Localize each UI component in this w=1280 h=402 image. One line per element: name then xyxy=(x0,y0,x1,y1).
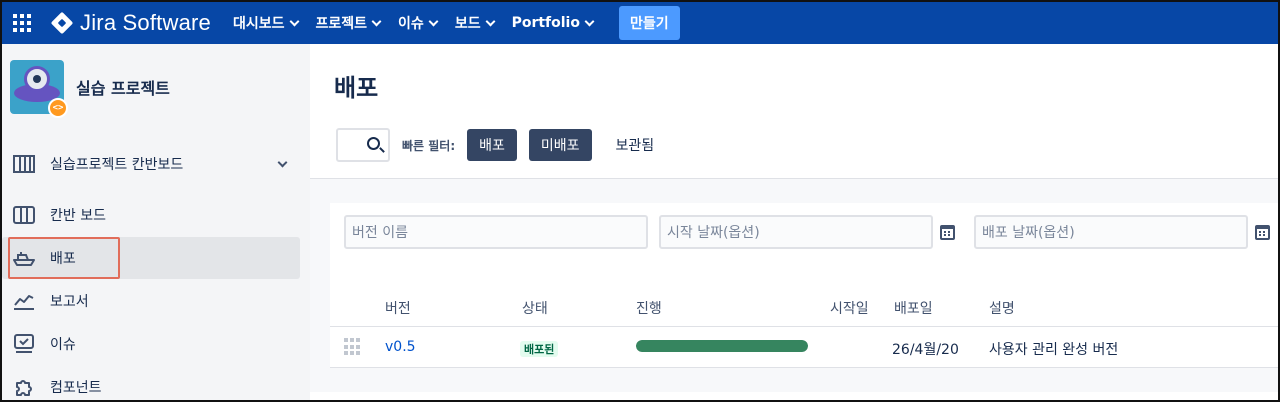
sidebar-item-project-board[interactable]: 실습프로젝트 칸반보드 xyxy=(2,143,300,185)
ship-icon xyxy=(12,246,36,270)
calendar-icon[interactable] xyxy=(1255,225,1270,240)
progress-bar-fill xyxy=(636,340,808,352)
sidebar-item-releases[interactable]: 배포 xyxy=(2,237,300,279)
app-switcher-icon[interactable] xyxy=(12,13,32,33)
column-header-progress[interactable]: 진행 xyxy=(636,298,662,318)
ufo-eye xyxy=(33,75,41,83)
sidebar-item-label: 이슈 xyxy=(50,337,76,353)
nav-projects-label: 프로젝트 xyxy=(315,16,368,32)
chevron-down-icon xyxy=(428,16,439,26)
sidebar-item-kanban-board[interactable]: 칸반 보드 xyxy=(2,194,300,236)
main-content: 배포 빠른 필터: 배포 미배포 보관됨 버전 이름 시작 날짜(옵션) 배포 … xyxy=(310,44,1278,400)
filter-search-input[interactable] xyxy=(336,128,390,162)
sidebar-item-label: 실습프로젝트 칸반보드 xyxy=(50,157,184,173)
column-header-release-date[interactable]: 배포일 xyxy=(894,298,933,318)
nav-projects[interactable]: 프로젝트 xyxy=(315,13,382,33)
code-badge-icon: <> xyxy=(48,98,68,118)
nav-portfolio-label: Portfolio xyxy=(511,15,580,31)
drag-handle-icon[interactable] xyxy=(344,338,362,356)
start-date-input[interactable]: 시작 날짜(옵션) xyxy=(659,215,933,249)
chevron-down-icon xyxy=(289,16,299,26)
sidebar-item-label: 배포 xyxy=(50,251,76,267)
nav-portfolio[interactable]: Portfolio xyxy=(511,15,595,31)
table-row[interactable]: v0.5 배포된 26/4월/20 사용자 관리 완성 버전 xyxy=(330,326,1278,368)
nav-boards[interactable]: 보드 xyxy=(454,13,496,33)
calendar-icon[interactable] xyxy=(940,225,955,240)
filter-released-button[interactable]: 배포 xyxy=(467,129,517,161)
filter-row: 빠른 필터: 배포 미배포 보관됨 xyxy=(336,128,666,162)
column-header-status[interactable]: 상태 xyxy=(522,298,548,318)
description-value: 사용자 관리 완성 버전 xyxy=(989,342,1119,358)
chevron-down-icon[interactable] xyxy=(277,157,288,168)
puzzle-icon xyxy=(12,375,36,399)
product-name: Jira Software xyxy=(80,10,211,35)
issues-icon xyxy=(12,332,36,356)
quick-filter-label: 빠른 필터: xyxy=(402,138,456,153)
progress-bar[interactable] xyxy=(636,340,808,352)
search-icon xyxy=(367,137,380,150)
nav-issues-label: 이슈 xyxy=(398,16,424,32)
project-header[interactable]: <> 실습 프로젝트 xyxy=(10,60,170,118)
create-button[interactable]: 만들기 xyxy=(618,6,680,40)
nav-boards-label: 보드 xyxy=(454,16,481,32)
release-date-value: 26/4월/20 xyxy=(892,342,959,358)
chart-line-icon xyxy=(12,289,36,313)
page-title: 배포 xyxy=(334,74,379,102)
kanban-board-icon xyxy=(12,203,36,227)
version-name-input[interactable]: 버전 이름 xyxy=(344,215,648,249)
release-date-input[interactable]: 배포 날짜(옵션) xyxy=(974,215,1248,249)
chevron-down-icon xyxy=(584,16,595,26)
column-header-version[interactable]: 버전 xyxy=(385,298,411,318)
jira-logo[interactable]: Jira Software xyxy=(50,10,211,36)
sidebar-item-label: 보고서 xyxy=(50,294,89,310)
chevron-down-icon xyxy=(371,16,382,26)
board-columns-icon xyxy=(12,152,36,176)
jira-diamond-icon xyxy=(50,11,74,35)
sidebar-item-reports[interactable]: 보고서 xyxy=(2,280,300,322)
sidebar-item-issues[interactable]: 이슈 xyxy=(2,323,300,365)
nav-menu: 대시보드 프로젝트 이슈 보드 Portfolio 만들기 xyxy=(233,2,680,44)
filter-unreleased-button[interactable]: 미배포 xyxy=(528,129,592,161)
top-navigation: Jira Software 대시보드 프로젝트 이슈 보드 Portfolio xyxy=(2,2,1278,44)
filter-archived-button[interactable]: 보관됨 xyxy=(604,129,667,161)
sidebar-item-label: 칸반 보드 xyxy=(50,208,106,224)
project-avatar: <> xyxy=(10,60,68,118)
column-header-start-date[interactable]: 시작일 xyxy=(830,298,869,318)
column-header-description[interactable]: 설명 xyxy=(989,298,1015,318)
app-frame: Jira Software 대시보드 프로젝트 이슈 보드 Portfolio xyxy=(0,0,1280,402)
sidebar-item-label: 컴포넌트 xyxy=(50,380,102,396)
sidebar-item-components[interactable]: 컴포넌트 xyxy=(2,366,300,400)
nav-dashboards[interactable]: 대시보드 xyxy=(232,13,299,33)
nav-dashboards-label: 대시보드 xyxy=(232,16,285,32)
chevron-down-icon xyxy=(485,16,496,26)
status-badge: 배포된 xyxy=(520,341,559,357)
sidebar: <> 실습 프로젝트 실습프로젝트 칸반보드 칸반 보드 배포 보고서 이슈 컴… xyxy=(2,44,310,400)
nav-issues[interactable]: 이슈 xyxy=(398,13,439,33)
project-name: 실습 프로젝트 xyxy=(76,79,170,98)
version-link[interactable]: v0.5 xyxy=(385,339,416,355)
